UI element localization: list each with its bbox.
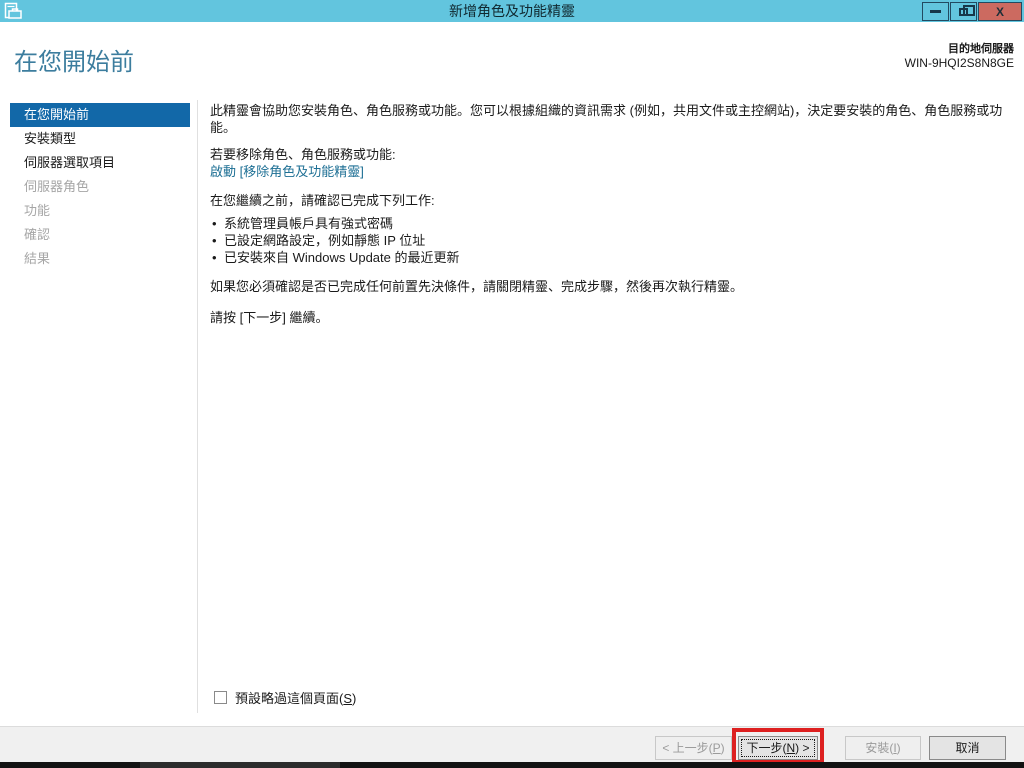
destination-server-block: 目的地伺服器 WIN-9HQI2S8N8GE (905, 40, 1014, 70)
window-controls: X (921, 2, 1022, 21)
sidebar-item-before-you-begin[interactable]: 在您開始前 (10, 103, 190, 127)
sidebar-item-server-roles: 伺服器角色 (24, 179, 90, 194)
next-hint-paragraph: 請按 [下一步] 繼續。 (210, 310, 329, 325)
destination-server-name: WIN-9HQI2S8N8GE (904, 56, 1014, 70)
remove-roles-link[interactable]: 啟動 [移除角色及功能精靈] (210, 164, 364, 179)
sidebar-item-installation-type[interactable]: 安裝類型 (10, 127, 190, 151)
titlebar: 新增角色及功能精靈 X (0, 0, 1024, 22)
intro-paragraph: 此精靈會協助您安裝角色、角色服務或功能。您可以根據組織的資訊需求 (例如，共用文… (210, 103, 1003, 135)
sidebar-item-features: 功能 (24, 203, 51, 218)
bottom-desktop-strip (0, 762, 1024, 768)
note-paragraph: 如果您必須確認是否已完成任何前置先決條件，請關閉精靈、完成步驟，然後再次執行精靈… (210, 279, 744, 294)
install-button: 安裝(I) (845, 736, 921, 760)
list-item: 系統管理員帳戶具有強式密碼 (210, 215, 1014, 232)
next-button[interactable]: 下一步(N) > (738, 736, 818, 760)
restore-icon (959, 4, 975, 16)
skip-page-label: 預設略過這個頁面(S) (235, 691, 357, 706)
destination-server-label: 目的地伺服器 (948, 43, 1014, 55)
skip-page-checkbox[interactable] (214, 691, 227, 704)
window-title: 新增角色及功能精靈 (449, 3, 575, 19)
sidebar-divider (197, 100, 198, 713)
minimize-button[interactable] (922, 2, 949, 21)
skip-page-row: 預設略過這個頁面(S) (214, 688, 356, 707)
list-item: 已安裝來自 Windows Update 的最近更新 (210, 249, 1014, 266)
list-item: 已設定網路設定，例如靜態 IP 位址 (210, 232, 1014, 249)
cancel-button[interactable]: 取消 (929, 736, 1006, 760)
page-header: 在您開始前 目的地伺服器 WIN-9HQI2S8N8GE (0, 22, 1024, 94)
remove-heading: 若要移除角色、角色服務或功能: (210, 147, 396, 162)
sidebar-item-confirmation: 確認 (24, 227, 51, 242)
close-button[interactable]: X (978, 2, 1022, 21)
sidebar-item-server-selection[interactable]: 伺服器選取項目 (10, 151, 190, 175)
confirm-heading: 在您繼續之前，請確認已完成下列工作: (210, 193, 435, 208)
prerequisite-list: 系統管理員帳戶具有強式密碼 已設定網路設定，例如靜態 IP 位址 已安裝來自 W… (210, 215, 1014, 266)
previous-button: < 上一步(P) (655, 736, 732, 760)
footer-button-bar: < 上一步(P) 下一步(N) > 安裝(I) 取消 (0, 726, 1024, 764)
wizard-step-nav: 在您開始前 安裝類型 伺服器選取項目 伺服器角色 功能 確認 結果 (10, 103, 190, 271)
page-title: 在您開始前 (14, 49, 134, 76)
bottom-strip-segment (140, 762, 340, 768)
minimize-icon (930, 10, 941, 13)
sidebar-item-results: 結果 (24, 251, 51, 266)
main-content: 此精靈會協助您安裝角色、角色服務或功能。您可以根據組織的資訊需求 (例如，共用文… (210, 100, 1014, 326)
restore-button[interactable] (950, 2, 977, 21)
close-icon: X (995, 4, 1004, 19)
